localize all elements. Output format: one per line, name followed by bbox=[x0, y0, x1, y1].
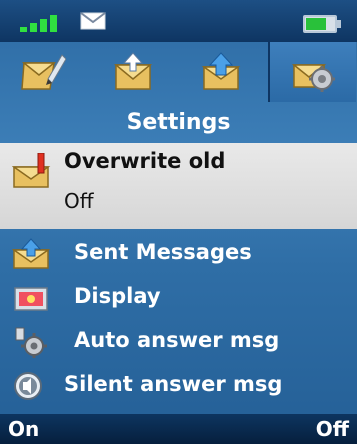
selected-item-label: Overwrite old bbox=[64, 149, 226, 173]
battery-icon bbox=[303, 15, 341, 33]
left-softkey[interactable]: On bbox=[8, 417, 39, 441]
write-message-icon bbox=[21, 54, 66, 90]
settings-icon bbox=[291, 64, 335, 92]
phone-screen: Settings Overwrite old Off Sent Messages bbox=[0, 0, 357, 444]
tab-settings[interactable] bbox=[268, 42, 356, 102]
menu-item-label: Silent answer msg bbox=[64, 372, 283, 396]
menu-item-sent-messages[interactable]: Sent Messages bbox=[0, 232, 357, 276]
sent-messages-icon bbox=[12, 238, 51, 269]
envelope-icon bbox=[80, 12, 106, 30]
auto-answer-icon bbox=[15, 327, 47, 358]
silent-answer-icon bbox=[14, 372, 42, 400]
menu-item-auto-answer-msg[interactable]: Auto answer msg bbox=[0, 320, 357, 364]
battery-level bbox=[306, 18, 326, 30]
menu-item-label: Auto answer msg bbox=[74, 328, 280, 352]
outbox-icon bbox=[201, 52, 241, 90]
right-softkey[interactable]: Off bbox=[316, 417, 349, 441]
tab-outbox[interactable] bbox=[178, 42, 264, 102]
signal-bars-icon bbox=[20, 12, 72, 32]
settings-list: Sent Messages Display Auto answer msg Si… bbox=[0, 232, 357, 408]
selected-item-value: Off bbox=[64, 189, 94, 213]
menu-item-label: Sent Messages bbox=[74, 240, 252, 264]
tab-write-message[interactable] bbox=[0, 42, 86, 102]
display-icon bbox=[14, 287, 48, 311]
status-bar bbox=[0, 0, 357, 42]
overwrite-icon bbox=[12, 153, 51, 188]
tab-row bbox=[0, 42, 357, 102]
menu-item-silent-answer-msg[interactable]: Silent answer msg bbox=[0, 364, 357, 408]
softkey-bar: On Off bbox=[0, 414, 357, 444]
menu-item-overwrite-old[interactable]: Overwrite old Off bbox=[0, 143, 357, 229]
tab-inbox[interactable] bbox=[90, 42, 176, 102]
inbox-icon bbox=[113, 52, 153, 90]
menu-item-display[interactable]: Display bbox=[0, 276, 357, 320]
page-title: Settings bbox=[126, 110, 231, 135]
menu-item-label: Display bbox=[74, 284, 161, 308]
